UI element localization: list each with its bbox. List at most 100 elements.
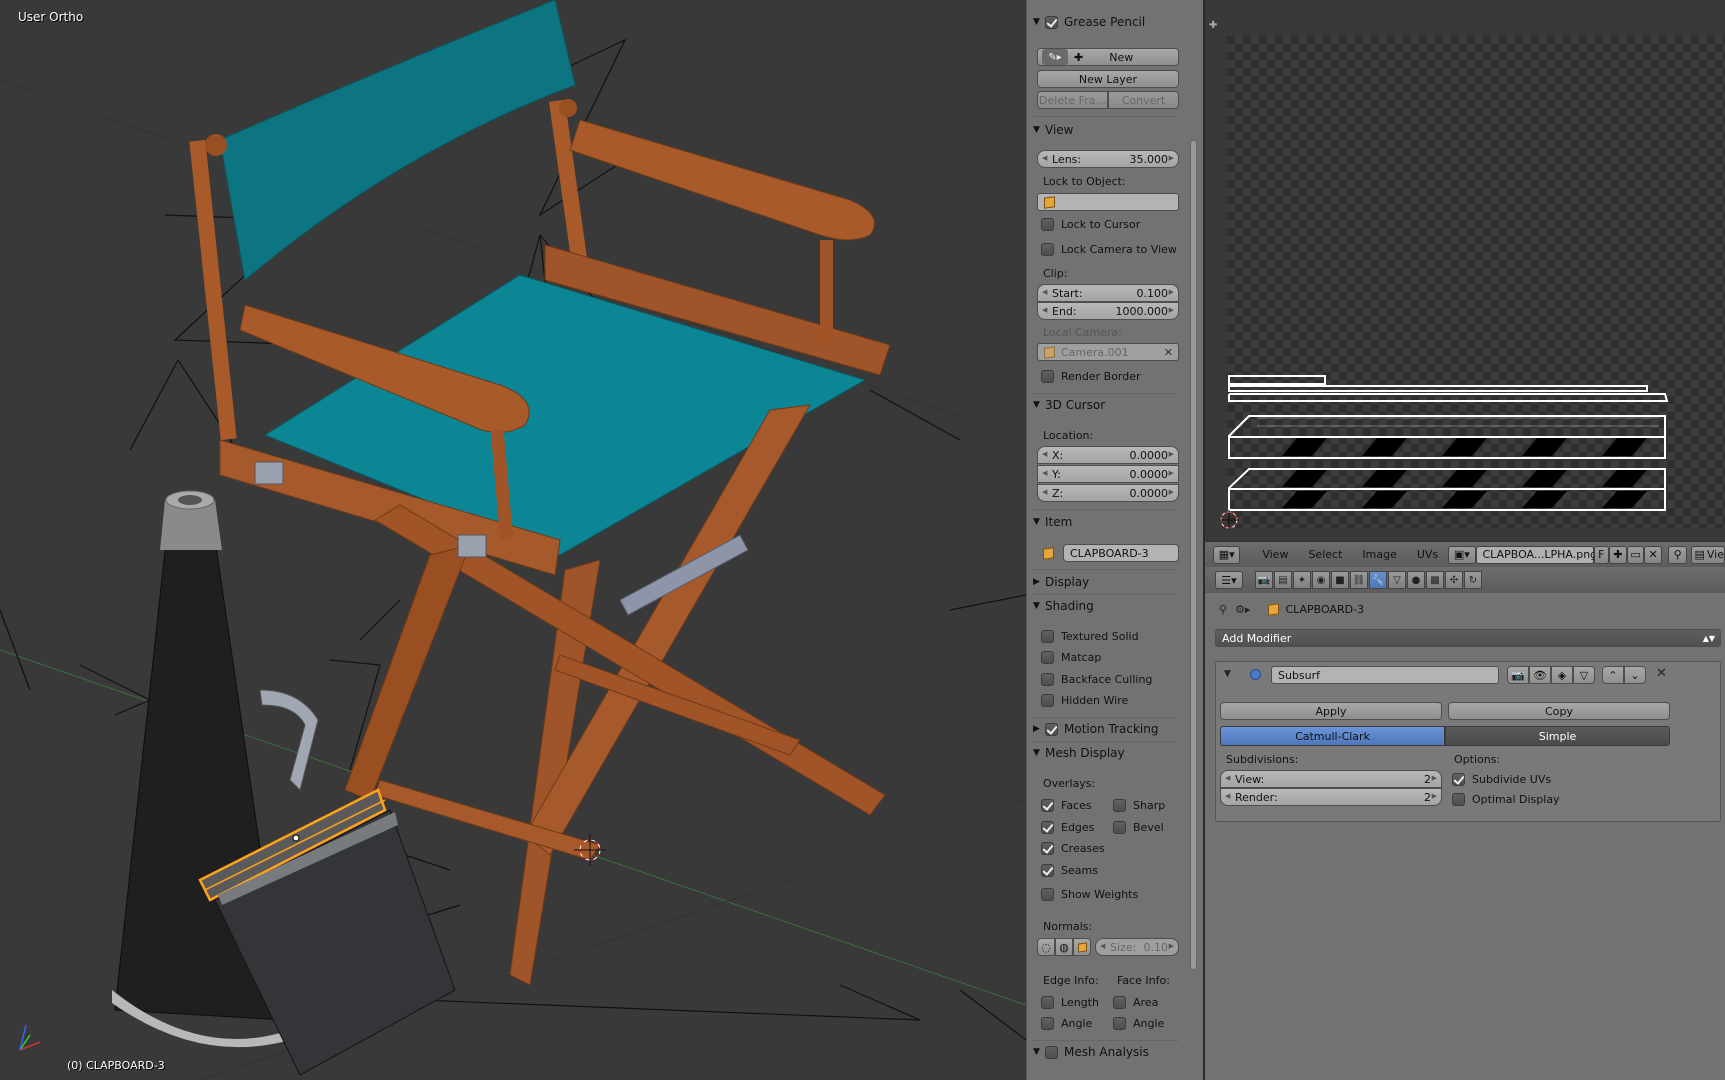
tab-scene[interactable]: ✦ [1293,571,1311,589]
modifier-name-field[interactable]: Subsurf [1271,666,1499,684]
lock-to-cursor-checkbox[interactable]: Lock to Cursor [1041,216,1140,232]
motion-tracking-toggle[interactable] [1045,722,1058,736]
menu-uvs[interactable]: UVs [1417,548,1438,561]
render-border-checkbox[interactable]: Render Border [1041,368,1141,384]
textured-solid-checkbox[interactable]: Textured Solid [1041,628,1139,644]
on-cage-toggle-icon[interactable]: ▽ [1573,666,1595,684]
delete-frame-button[interactable]: Delete Fra... [1037,91,1108,109]
edge-angle-checkbox[interactable]: Angle [1041,1015,1092,1031]
edges-checkbox[interactable]: Edges [1041,819,1094,835]
3d-viewport[interactable]: User Ortho (0) CLAPBOARD-3 [0,0,1026,1080]
optimal-display-checkbox[interactable]: Optimal Display [1452,791,1560,807]
subdivisions-render-field[interactable]: ◀ Render: 2 ▶ [1220,788,1442,806]
face-area-checkbox[interactable]: Area [1113,994,1158,1010]
cursor-z-field[interactable]: ◀ Z: 0.0000 ▶ [1037,484,1179,502]
plus-icon[interactable]: ✚ [1209,20,1217,31]
new-layer-button[interactable]: New Layer [1037,70,1179,88]
view-panel-header[interactable]: ▼ View [1033,120,1073,140]
grease-pencil-new-button[interactable]: ✎▸ ✚ New [1037,48,1179,66]
image-browse-icon[interactable]: ▣▾ [1448,545,1476,564]
uv-image-editor[interactable]: ✚ [1203,0,1725,540]
mesh-display-panel-header[interactable]: ▼ Mesh Display [1033,743,1125,763]
show-weights-checkbox[interactable]: Show Weights [1041,886,1138,902]
render-toggle-icon[interactable]: 📷 [1507,666,1529,684]
tab-constraints[interactable]: ⛓ [1350,571,1368,589]
bevel-checkbox[interactable]: Bevel [1113,819,1164,835]
image-name-field[interactable]: CLAPBOA...LPHA.png [1475,545,1597,564]
mesh-analysis-panel-header[interactable]: ▼ Mesh Analysis [1033,1042,1149,1062]
cursor-y-field[interactable]: ◀ Y: 0.0000 ▶ [1037,465,1179,483]
uv-islands[interactable] [1227,36,1725,528]
menu-image[interactable]: Image [1362,548,1396,561]
new-image-icon[interactable]: ✚ [1609,545,1627,564]
tab-object[interactable]: ■ [1331,571,1349,589]
mesh-analysis-toggle[interactable] [1045,1045,1058,1059]
local-camera-field[interactable]: Camera.001 ✕ [1037,343,1179,361]
view3d-properties-panel[interactable]: ▼ Grease Pencil ✎▸ ✚ New New Layer Delet… [1026,0,1184,1080]
lock-camera-to-view-checkbox[interactable]: Lock Camera to View [1041,241,1177,257]
uv-editor-header[interactable]: ▦▾ View Select Image UVs ▣▾ CLAPBOA...LP… [1203,541,1725,567]
viewport-toggle-icon[interactable]: 👁 [1529,666,1551,684]
remove-modifier-icon[interactable]: ✕ [1656,666,1667,681]
simple-toggle[interactable]: Simple [1445,726,1670,746]
tab-texture[interactable]: ▩ [1426,571,1444,589]
clip-end-field[interactable]: ◀ End: 1000.000 ▶ [1037,302,1179,320]
sharp-checkbox[interactable]: Sharp [1113,797,1165,813]
normals-size-field[interactable]: ◀ Size: 0.10 ▶ [1095,938,1179,956]
cursor-x-field[interactable]: ◀ X: 0.0000 ▶ [1037,446,1179,464]
item-name-field[interactable]: CLAPBOARD-3 [1063,544,1179,562]
move-up-icon[interactable]: ⌃ [1602,666,1624,684]
editor-type-icon[interactable]: ☰▾ [1215,571,1243,589]
editor-type-icon[interactable]: ▦▾ [1213,545,1241,564]
view-mode-dropdown[interactable]: ▤ Vie [1691,545,1725,564]
hidden-wire-checkbox[interactable]: Hidden Wire [1041,692,1128,708]
tab-render-layers[interactable]: ▤ [1274,571,1292,589]
face-angle-checkbox[interactable]: Angle [1113,1015,1164,1031]
editmode-toggle-icon[interactable]: ◈ [1551,666,1573,684]
tab-modifiers[interactable]: 🔧 [1369,571,1387,589]
properties-editor[interactable]: ☰▾ 📷 ▤ ✦ ◉ ■ ⛓ 🔧 ▽ ● ▩ ✣ ↻ ⚲ ⚙▸ CLAPBOAR… [1203,567,1725,1080]
matcap-checkbox[interactable]: Matcap [1041,649,1101,665]
pin-icon[interactable]: ⚲ [1219,603,1227,616]
item-panel-header[interactable]: ▼ Item [1033,512,1072,532]
3d-cursor-panel-header[interactable]: ▼ 3D Cursor [1033,395,1105,415]
convert-button[interactable]: Convert [1108,91,1179,109]
display-panel-header[interactable]: ▶ Display [1033,572,1089,592]
clip-start-field[interactable]: ◀ Start: 0.100 ▶ [1037,284,1179,302]
vertex-normals-icon[interactable]: ◌ [1037,938,1055,956]
faces-checkbox[interactable]: Faces [1041,797,1092,813]
grease-pencil-panel-header[interactable]: ▼ Grease Pencil [1033,12,1145,32]
subdivisions-view-field[interactable]: ◀ View: 2 ▶ [1220,770,1442,788]
subsurf-modifier-panel[interactable]: ▼ Subsurf 📷 👁 ◈ ▽ ⌃ ⌄ ✕ Apply Copy Catmu… [1215,661,1721,822]
fake-user-button[interactable]: F [1593,545,1610,564]
tab-data[interactable]: ▽ [1388,571,1406,589]
npanel-scrollbar[interactable] [1184,0,1203,1080]
subdivide-uvs-checkbox[interactable]: Subdivide UVs [1452,771,1551,787]
pin-icon[interactable]: ⚲ [1667,545,1688,564]
add-modifier-dropdown[interactable]: Add Modifier ▲▼ [1215,629,1721,647]
menu-view[interactable]: View [1262,548,1288,561]
collapse-triangle-icon[interactable]: ▼ [1224,669,1231,679]
tab-physics[interactable]: ↻ [1464,571,1482,589]
apply-button[interactable]: Apply [1220,702,1442,720]
scrollbar-thumb[interactable] [1190,140,1197,970]
lock-to-object-field[interactable] [1037,193,1179,211]
unlink-image-icon[interactable]: ✕ [1644,545,1662,564]
tab-material[interactable]: ● [1407,571,1425,589]
seams-checkbox[interactable]: Seams [1041,862,1098,878]
tab-world[interactable]: ◉ [1312,571,1330,589]
face-normals-icon[interactable] [1073,938,1091,956]
menu-select[interactable]: Select [1308,548,1342,561]
viewport-scene[interactable] [0,0,1026,1080]
grease-pencil-toggle[interactable] [1045,15,1058,29]
properties-tabs[interactable]: ☰▾ 📷 ▤ ✦ ◉ ■ ⛓ 🔧 ▽ ● ▩ ✣ ↻ [1205,567,1725,593]
open-image-icon[interactable]: ▭ [1626,545,1645,564]
tab-particles[interactable]: ✣ [1445,571,1463,589]
uv-2d-cursor[interactable] [1217,508,1241,532]
clear-x-icon[interactable]: ✕ [1164,346,1173,359]
uv-image-canvas[interactable] [1227,36,1725,528]
creases-checkbox[interactable]: Creases [1041,840,1105,856]
copy-button[interactable]: Copy [1448,702,1670,720]
backface-culling-checkbox[interactable]: Backface Culling [1041,671,1152,687]
lens-field[interactable]: ◀ Lens: 35.000 ▶ [1037,150,1179,168]
